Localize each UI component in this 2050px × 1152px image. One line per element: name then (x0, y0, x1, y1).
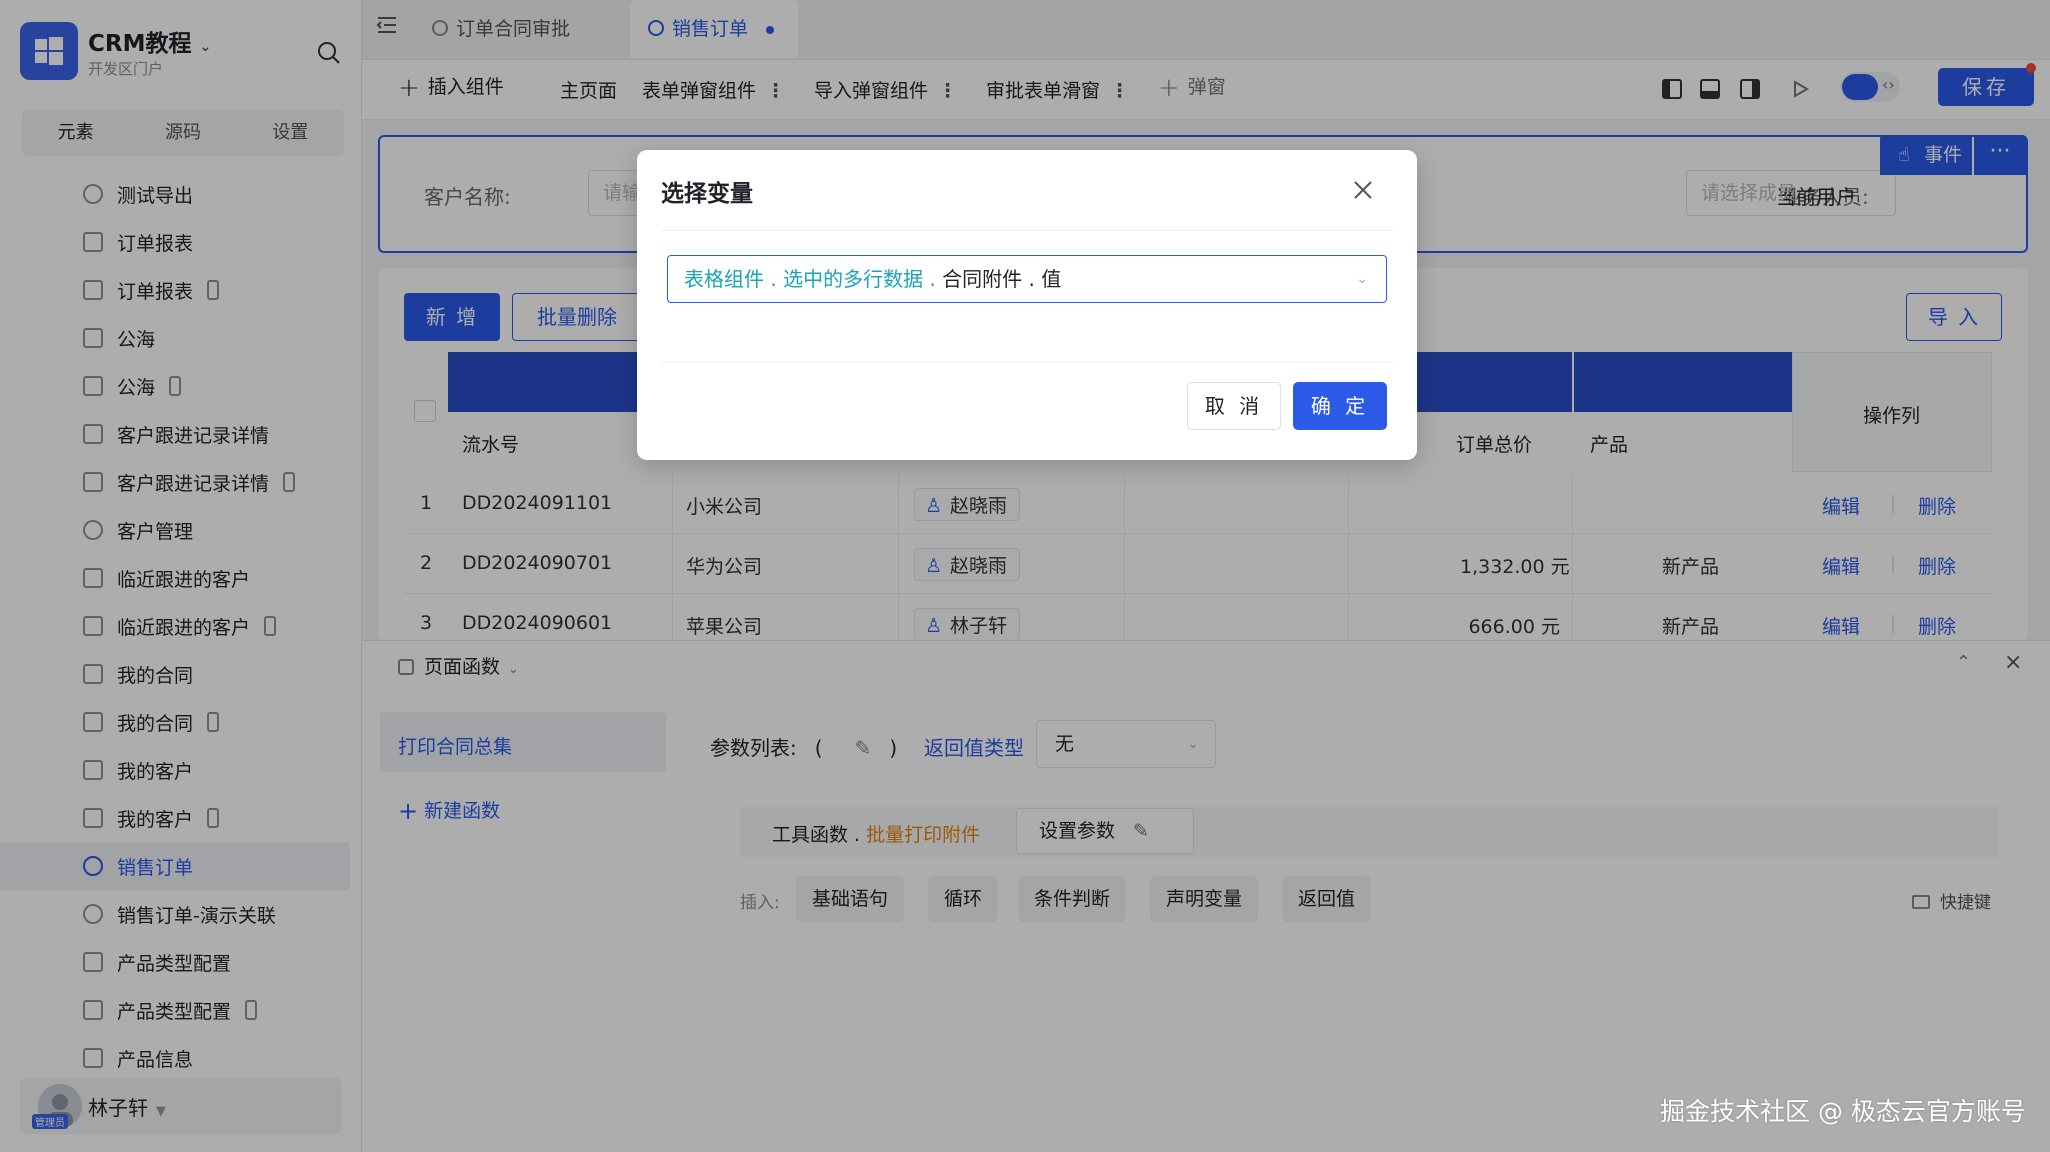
watermark: 掘金技术社区 @ 极态云官方账号 (1660, 1097, 2026, 1126)
chevron-down-icon: ⌄ (1356, 271, 1368, 287)
variable-field: 合同附件 . 值 (942, 267, 1062, 291)
variable-path: 表格组件 . 选中的多行数据 . (684, 267, 943, 291)
variable-select[interactable]: 表格组件 . 选中的多行数据 . 合同附件 . 值 ⌄ (667, 255, 1387, 303)
divider (661, 362, 1393, 363)
close-icon[interactable] (1349, 176, 1377, 204)
divider (661, 230, 1393, 231)
dialog-title: 选择变量 (661, 181, 753, 207)
cancel-button[interactable]: 取 消 (1187, 382, 1281, 430)
select-variable-dialog: 选择变量 表格组件 . 选中的多行数据 . 合同附件 . 值 ⌄ 取 消 确 定 (637, 150, 1417, 460)
confirm-button[interactable]: 确 定 (1293, 382, 1387, 430)
